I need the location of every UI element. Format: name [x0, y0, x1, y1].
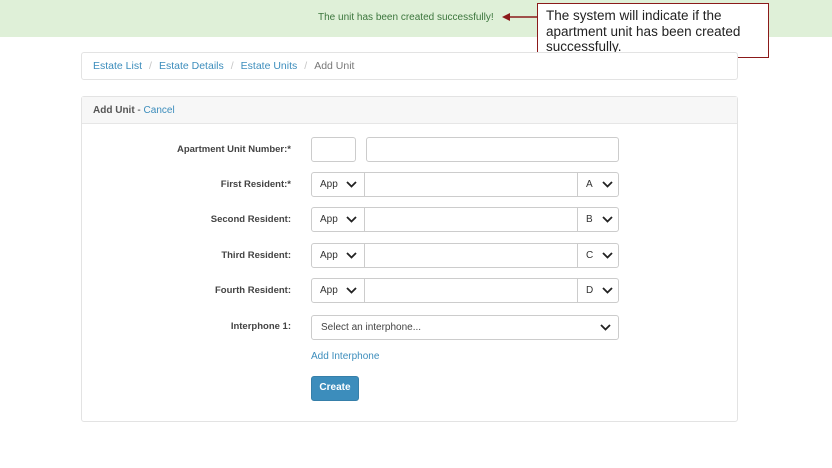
- add-unit-panel: Add Unit - Cancel Apartment Unit Number:…: [81, 96, 738, 422]
- second-resident-field: App B: [311, 207, 619, 232]
- success-message: The unit has been created successfully!: [318, 12, 494, 23]
- breadcrumb-estate-details[interactable]: Estate Details: [159, 60, 224, 72]
- third-resident-input[interactable]: [365, 244, 577, 267]
- breadcrumb-separator: /: [304, 60, 308, 72]
- annotation-callout: The system will indicate if the apartmen…: [537, 3, 769, 58]
- cancel-link[interactable]: Cancel: [144, 105, 175, 116]
- chevron-down-icon: [600, 324, 611, 331]
- add-interphone-link[interactable]: Add Interphone: [311, 351, 379, 362]
- chevron-down-icon: [346, 252, 357, 259]
- breadcrumb-separator: /: [230, 60, 234, 72]
- create-button[interactable]: Create: [311, 376, 359, 401]
- title-separator: -: [134, 105, 144, 116]
- unit-number-input[interactable]: [366, 137, 619, 162]
- chevron-down-icon: [346, 181, 357, 188]
- breadcrumb-separator: /: [149, 60, 152, 72]
- fourth-resident-label: Fourth Resident:: [215, 285, 291, 296]
- resident-slot-select[interactable]: A: [577, 173, 618, 196]
- callout-arrow-icon: [502, 13, 537, 21]
- unit-prefix-input[interactable]: [311, 137, 356, 162]
- resident-type-select[interactable]: App: [312, 173, 365, 196]
- panel-heading: Add Unit - Cancel: [82, 97, 737, 124]
- first-resident-label: First Resident:*: [220, 179, 291, 190]
- resident-slot-select[interactable]: B: [577, 208, 618, 231]
- fourth-resident-field: App D: [311, 278, 619, 303]
- chevron-down-icon: [602, 287, 613, 294]
- chevron-down-icon: [602, 252, 613, 259]
- third-resident-label: Third Resident:: [221, 250, 291, 261]
- resident-type-value: App: [320, 250, 338, 261]
- interphone-label: Interphone 1:: [230, 321, 291, 332]
- second-resident-input[interactable]: [365, 208, 577, 231]
- chevron-down-icon: [346, 287, 357, 294]
- resident-type-select[interactable]: App: [312, 208, 365, 231]
- resident-type-select[interactable]: App: [312, 244, 365, 267]
- chevron-down-icon: [346, 216, 357, 223]
- resident-type-select[interactable]: App: [312, 279, 365, 302]
- resident-slot-value: B: [586, 214, 593, 225]
- breadcrumb: Estate List / Estate Details / Estate Units /…: [81, 52, 738, 80]
- breadcrumb-estate-units[interactable]: Estate Units: [241, 60, 298, 72]
- unit-number-label: Apartment Unit Number:*: [176, 144, 291, 155]
- second-resident-label: Second Resident:: [210, 214, 291, 225]
- callout-text: The system will indicate if the apartmen…: [546, 8, 741, 54]
- breadcrumb-estate-list[interactable]: Estate List: [93, 60, 142, 72]
- resident-type-value: App: [320, 179, 338, 190]
- resident-type-value: App: [320, 214, 338, 225]
- breadcrumb-current: Add Unit: [314, 60, 355, 72]
- interphone-select[interactable]: Select an interphone...: [311, 315, 619, 340]
- resident-slot-select[interactable]: C: [577, 244, 618, 267]
- first-resident-input[interactable]: [365, 173, 577, 196]
- resident-slot-select[interactable]: D: [577, 279, 618, 302]
- resident-slot-value: D: [586, 285, 594, 296]
- panel-title: Add Unit: [93, 105, 135, 116]
- chevron-down-icon: [602, 216, 613, 223]
- interphone-placeholder: Select an interphone...: [321, 322, 422, 333]
- resident-type-value: App: [320, 285, 338, 296]
- resident-slot-value: A: [586, 179, 593, 190]
- first-resident-field: App A: [311, 172, 619, 197]
- resident-slot-value: C: [586, 250, 594, 261]
- third-resident-field: App C: [311, 243, 619, 268]
- fourth-resident-input[interactable]: [365, 279, 577, 302]
- chevron-down-icon: [602, 181, 613, 188]
